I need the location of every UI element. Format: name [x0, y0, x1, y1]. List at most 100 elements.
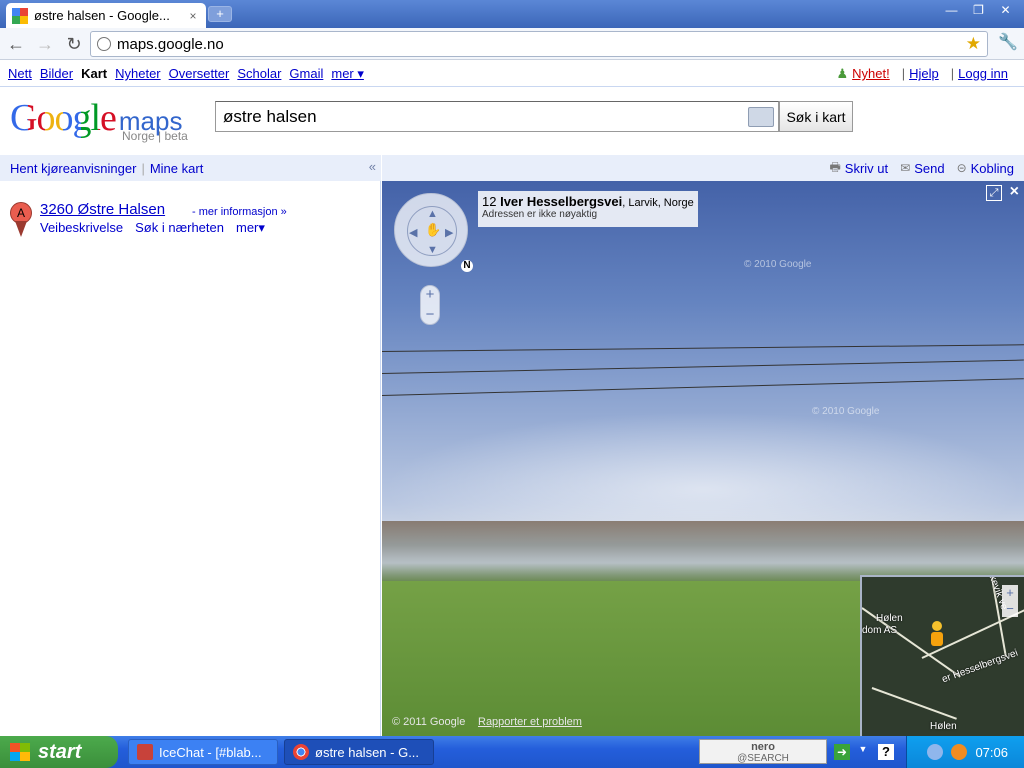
send-link[interactable]: ✉ Send	[900, 161, 944, 176]
send-label: Send	[914, 160, 945, 176]
globe-icon	[97, 37, 111, 51]
go-arrow-icon[interactable]: ➜	[834, 744, 850, 760]
result-title-link[interactable]: 3260 Østre Halsen	[40, 201, 165, 218]
address-note: Adressen er ikke nøyaktig	[482, 209, 598, 220]
google-maps-logo[interactable]: Google maps Norge | beta	[10, 96, 200, 146]
system-tray: 07:06	[906, 736, 1024, 768]
chrome-icon	[293, 744, 309, 760]
link-label: Kobling	[970, 160, 1014, 176]
start-button[interactable]: start	[0, 736, 118, 768]
wrench-menu-icon[interactable]: 🔧	[998, 32, 1018, 52]
power-line	[382, 359, 1024, 374]
pan-up-icon[interactable]: ▲	[427, 208, 438, 220]
firefox-tray-icon[interactable]	[951, 744, 968, 760]
keyboard-icon[interactable]	[748, 106, 774, 127]
tab-close-icon[interactable]: ×	[186, 9, 200, 23]
gbar-link-scholar[interactable]: Scholar	[237, 66, 281, 81]
envelope-icon: ✉	[900, 161, 911, 175]
separator: |	[141, 160, 145, 176]
clock: 07:06	[975, 744, 1008, 760]
logo-subtitle: Norge | beta	[122, 129, 188, 143]
windows-logo-icon	[10, 743, 30, 761]
result-marker-icon[interactable]: A	[10, 202, 32, 238]
search-nearby-link[interactable]: Søk i nærheten	[135, 220, 224, 236]
forward-button[interactable]: →	[32, 31, 58, 57]
hjelp-link[interactable]: Hjelp	[909, 66, 939, 82]
start-label: start	[38, 740, 82, 763]
tray-arrow-icon[interactable]	[927, 744, 944, 760]
pan-right-icon[interactable]: ▶	[445, 226, 453, 239]
report-problem-link[interactable]: Rapporter et problem	[478, 716, 582, 728]
map-label: er Hesselbergsvei	[940, 647, 1020, 686]
gbar-link-gmail[interactable]: Gmail	[289, 66, 323, 81]
gbar-link-nett[interactable]: Nett	[8, 66, 32, 81]
url-text[interactable]: maps.google.no	[117, 36, 966, 53]
new-tab-button[interactable]: +	[208, 6, 232, 22]
my-maps-link[interactable]: Mine kart	[150, 161, 203, 176]
copyright-text: © 2011 Google	[392, 716, 466, 728]
minimize-button[interactable]: —	[939, 2, 964, 18]
pan-control[interactable]: ▲ ▼ ◀ ▶ ✋ N	[394, 193, 473, 272]
result-actions: Veibeskrivelse Søk i nærheten mer▾	[40, 220, 265, 236]
print-label: Skriv ut	[844, 160, 889, 176]
bookmark-star-icon[interactable]: ★	[966, 34, 981, 54]
mini-map-zoom-in-button[interactable]: +	[1002, 585, 1018, 601]
gbar-active-kart: Kart	[81, 66, 108, 81]
logo-google: Google	[10, 97, 117, 139]
zoom-out-button[interactable]: −	[421, 306, 439, 326]
logg-inn-link[interactable]: Logg inn	[958, 66, 1008, 82]
pan-down-icon[interactable]: ▼	[427, 244, 438, 256]
taskbar-item-chrome[interactable]: østre halsen - G...	[284, 739, 434, 765]
more-info-link[interactable]: - mer informasjon »	[192, 206, 287, 218]
gbar-link-nyheter[interactable]: Nyheter	[115, 66, 161, 81]
reload-button[interactable]: ↻	[61, 31, 87, 57]
pegman-icon[interactable]	[930, 621, 944, 649]
mini-map[interactable]: Hølen dom AS er Hesselbergsvei Hølen kev…	[860, 575, 1024, 736]
directions-link[interactable]: Hent kjøreanvisninger	[10, 161, 136, 176]
browser-tab[interactable]: østre halsen - Google... ×	[6, 3, 206, 28]
gbar-link-oversetter[interactable]: Oversetter	[169, 66, 230, 81]
dropdown-arrow-icon[interactable]: ▼	[855, 744, 871, 760]
directions-action-link[interactable]: Veibeskrivelse	[40, 220, 123, 236]
more-actions-link[interactable]: mer▾	[236, 220, 265, 236]
map-road	[871, 687, 957, 720]
address-overlay: 12 Iver Hesselbergsvei, Larvik, Norge Ad…	[478, 191, 698, 227]
mini-map-zoom-out-button[interactable]: −	[1002, 601, 1018, 617]
link-link[interactable]: ⊝ Kobling	[957, 161, 1014, 176]
map-label: Hølen	[876, 613, 903, 624]
close-window-button[interactable]: ✕	[993, 2, 1018, 18]
gbar-link-mer[interactable]: mer ▾	[331, 66, 364, 82]
power-line	[382, 344, 1024, 352]
fullscreen-icon[interactable]: ⤢	[986, 185, 1002, 201]
map-label: Hølen	[930, 721, 957, 732]
close-street-view-icon[interactable]: ×	[1010, 183, 1019, 201]
collapse-panel-icon[interactable]: «	[369, 159, 376, 174]
gbar-link-bilder[interactable]: Bilder	[40, 66, 73, 81]
search-input[interactable]	[223, 106, 748, 127]
task-label: IceChat - [#blab...	[159, 744, 262, 760]
map-header: 🖶 Skriv ut ✉ Send ⊝ Kobling	[382, 155, 1024, 181]
map-label: dom AS	[862, 625, 898, 636]
print-link[interactable]: 🖶 Skriv ut	[829, 158, 888, 179]
help-icon[interactable]: ?	[878, 744, 894, 760]
power-line	[382, 378, 1024, 396]
chain-link-icon: ⊝	[956, 161, 967, 175]
harbor-shoreline	[382, 521, 1024, 581]
taskbar-item-icechat[interactable]: IceChat - [#blab...	[128, 739, 278, 765]
separator: |	[901, 66, 906, 81]
google-watermark: © 2010 Google	[812, 406, 880, 417]
zoom-in-button[interactable]: +	[421, 286, 439, 306]
results-panel: A 3260 Østre Halsen - mer informasjon » …	[0, 181, 381, 736]
icechat-icon	[137, 744, 153, 760]
nero-search-box[interactable]: nero @SEARCH	[699, 739, 827, 764]
task-label: østre halsen - G...	[315, 744, 420, 760]
restore-button[interactable]: ❐	[966, 2, 991, 18]
address-bar[interactable]: maps.google.no ★	[90, 31, 988, 57]
pan-left-icon[interactable]: ◀	[409, 226, 417, 239]
nyhet-link[interactable]: Nyhet!	[852, 66, 890, 82]
street-view-panorama[interactable]: © 2010 Google © 2010 Google ▲ ▼ ◀ ▶ ✋ N …	[382, 181, 1024, 736]
nero-label: nero	[751, 741, 775, 753]
back-button[interactable]: ←	[3, 31, 29, 57]
google-top-bar: Nett Bilder Kart Nyheter Oversetter Scho…	[0, 61, 1024, 87]
search-button[interactable]: Søk i kart	[779, 101, 853, 132]
